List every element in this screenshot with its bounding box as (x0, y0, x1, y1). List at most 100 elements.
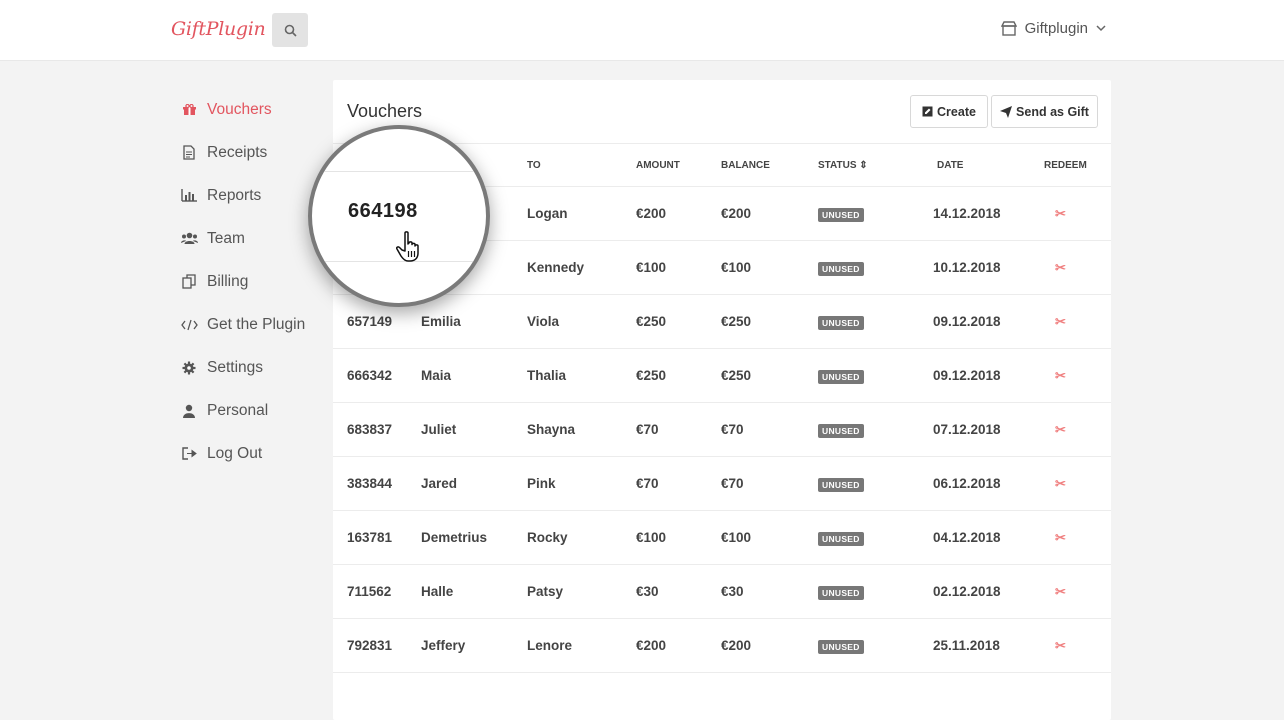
redeem-scissors-icon[interactable]: ✂ (1055, 476, 1066, 491)
magnified-voucher-id[interactable]: 664198 (348, 200, 418, 223)
voucher-id-cell: 683837 (333, 402, 421, 457)
balance-cell: €30 (721, 564, 818, 619)
table-row[interactable]: 657149 Emilia Viola €250 €250 UNUSED 09.12.201… (333, 294, 1111, 349)
date-cell: 07.12.2018 (910, 402, 1026, 457)
redeem-cell: ✂ (1026, 348, 1111, 403)
balance-cell: €200 (721, 186, 818, 241)
from-cell: Demetrius (421, 510, 527, 565)
redeem-scissors-icon[interactable]: ✂ (1055, 206, 1066, 221)
page-title: Vouchers (347, 101, 423, 121)
table-row[interactable]: 383844 Jared Pink €70 €70 UNUSED 06.12.2018 ✂ (333, 456, 1111, 511)
amount-cell: €200 (636, 618, 721, 673)
to-cell: Logan (527, 186, 636, 241)
status-cell: UNUSED (818, 510, 910, 565)
send-as-gift-button[interactable]: Send as Gift (991, 95, 1098, 128)
sidebar-item-label: Receipts (207, 143, 268, 161)
voucher-id-cell: 163781 (333, 510, 421, 565)
date-cell: 09.12.2018 (910, 294, 1026, 349)
balance-cell: €200 (721, 618, 818, 673)
column-header-redeem[interactable]: REDEEM (1026, 143, 1111, 187)
to-cell: Shayna (527, 402, 636, 457)
to-cell: Kennedy (527, 240, 636, 295)
from-cell: Halle (421, 564, 527, 619)
redeem-cell: ✂ (1026, 402, 1111, 457)
to-cell: Thalia (527, 348, 636, 403)
code-icon (180, 316, 198, 334)
balance-cell: €250 (721, 294, 818, 349)
sidebar-item-label: Settings (207, 358, 264, 376)
sidebar-item-reports[interactable]: Reports (180, 174, 305, 217)
user-icon (180, 402, 198, 420)
top-bar: GiftPlugin Giftplugin (0, 0, 1284, 61)
sidebar-item-vouchers[interactable]: Vouchers (180, 88, 305, 131)
sidebar-item-label: Get the Plugin (207, 315, 306, 333)
sidebar-item-label: Personal (207, 401, 269, 419)
redeem-cell: ✂ (1026, 186, 1111, 241)
column-header-status[interactable]: STATUS ⇕ (818, 143, 910, 187)
gift-icon (180, 101, 198, 119)
voucher-id-cell: 666342 (333, 348, 421, 403)
date-cell: 04.12.2018 (910, 510, 1026, 565)
amount-cell: €100 (636, 510, 721, 565)
status-badge: UNUSED (818, 585, 864, 600)
sidebar-item-team[interactable]: Team (180, 217, 305, 260)
receipt-icon (180, 144, 198, 162)
from-cell: Juliet (421, 402, 527, 457)
sidebar-item-label: Billing (207, 272, 249, 290)
redeem-scissors-icon[interactable]: ✂ (1055, 638, 1066, 653)
sidebar-item-log-out[interactable]: Log Out (180, 432, 305, 475)
status-cell: UNUSED (818, 564, 910, 619)
redeem-scissors-icon[interactable]: ✂ (1055, 422, 1066, 437)
to-cell: Lenore (527, 618, 636, 673)
date-cell: 09.12.2018 (910, 348, 1026, 403)
sidebar-item-receipts[interactable]: Receipts (180, 131, 305, 174)
redeem-cell: ✂ (1026, 564, 1111, 619)
hand-cursor-icon (396, 231, 419, 262)
amount-cell: €250 (636, 348, 721, 403)
column-header-balance[interactable]: BALANCE (721, 143, 818, 187)
redeem-scissors-icon[interactable]: ✂ (1055, 314, 1066, 329)
account-menu[interactable]: Giftplugin (1000, 20, 1106, 37)
billing-icon (180, 273, 198, 291)
redeem-cell: ✂ (1026, 456, 1111, 511)
voucher-id-cell: 383844 (333, 456, 421, 511)
sidebar-item-personal[interactable]: Personal (180, 389, 305, 432)
sidebar-item-get-the-plugin[interactable]: Get the Plugin (180, 303, 305, 346)
status-cell: UNUSED (818, 618, 910, 673)
redeem-scissors-icon[interactable]: ✂ (1055, 530, 1066, 545)
logo[interactable]: GiftPlugin (171, 18, 266, 40)
create-button[interactable]: Create (910, 95, 988, 128)
table-row[interactable]: 792831 Jeffery Lenore €200 €200 UNUSED 25.11.2… (333, 618, 1111, 673)
sidebar-item-label: Team (207, 229, 245, 247)
date-cell: 10.12.2018 (910, 240, 1026, 295)
paper-plane-icon (1000, 105, 1013, 118)
sidebar-item-settings[interactable]: Settings (180, 346, 305, 389)
amount-cell: €250 (636, 294, 721, 349)
table-row[interactable]: 163781 Demetrius Rocky €100 €100 UNUSED 04.12.… (333, 510, 1111, 565)
status-badge: UNUSED (818, 207, 864, 222)
send-as-gift-label: Send as Gift (1016, 104, 1089, 119)
sidebar-item-label: Reports (207, 186, 262, 204)
redeem-scissors-icon[interactable]: ✂ (1055, 584, 1066, 599)
status-badge: UNUSED (818, 261, 864, 276)
balance-cell: €70 (721, 456, 818, 511)
store-icon (1000, 21, 1017, 36)
search-button[interactable] (272, 13, 308, 47)
table-row[interactable]: 711562 Halle Patsy €30 €30 UNUSED 02.12.2018 ✂ (333, 564, 1111, 619)
status-badge: UNUSED (818, 477, 864, 492)
column-header-date[interactable]: DATE (910, 143, 1026, 187)
redeem-scissors-icon[interactable]: ✂ (1055, 368, 1066, 383)
sidebar-item-billing[interactable]: Billing (180, 260, 305, 303)
redeem-scissors-icon[interactable]: ✂ (1055, 260, 1066, 275)
table-row[interactable]: 666342 Maia Thalia €250 €250 UNUSED 09.12.2018… (333, 348, 1111, 403)
sidebar-item-label: Vouchers (207, 100, 272, 118)
account-label: Giftplugin (1024, 20, 1088, 37)
voucher-id-cell: 711562 (333, 564, 421, 619)
column-header-amount[interactable]: AMOUNT (636, 143, 721, 187)
status-badge: UNUSED (818, 315, 864, 330)
status-cell: UNUSED (818, 348, 910, 403)
team-icon (180, 230, 198, 248)
column-header-to[interactable]: TO (527, 143, 636, 187)
table-row[interactable]: 683837 Juliet Shayna €70 €70 UNUSED 07.12.2018… (333, 402, 1111, 457)
from-cell: Emilia (421, 294, 527, 349)
